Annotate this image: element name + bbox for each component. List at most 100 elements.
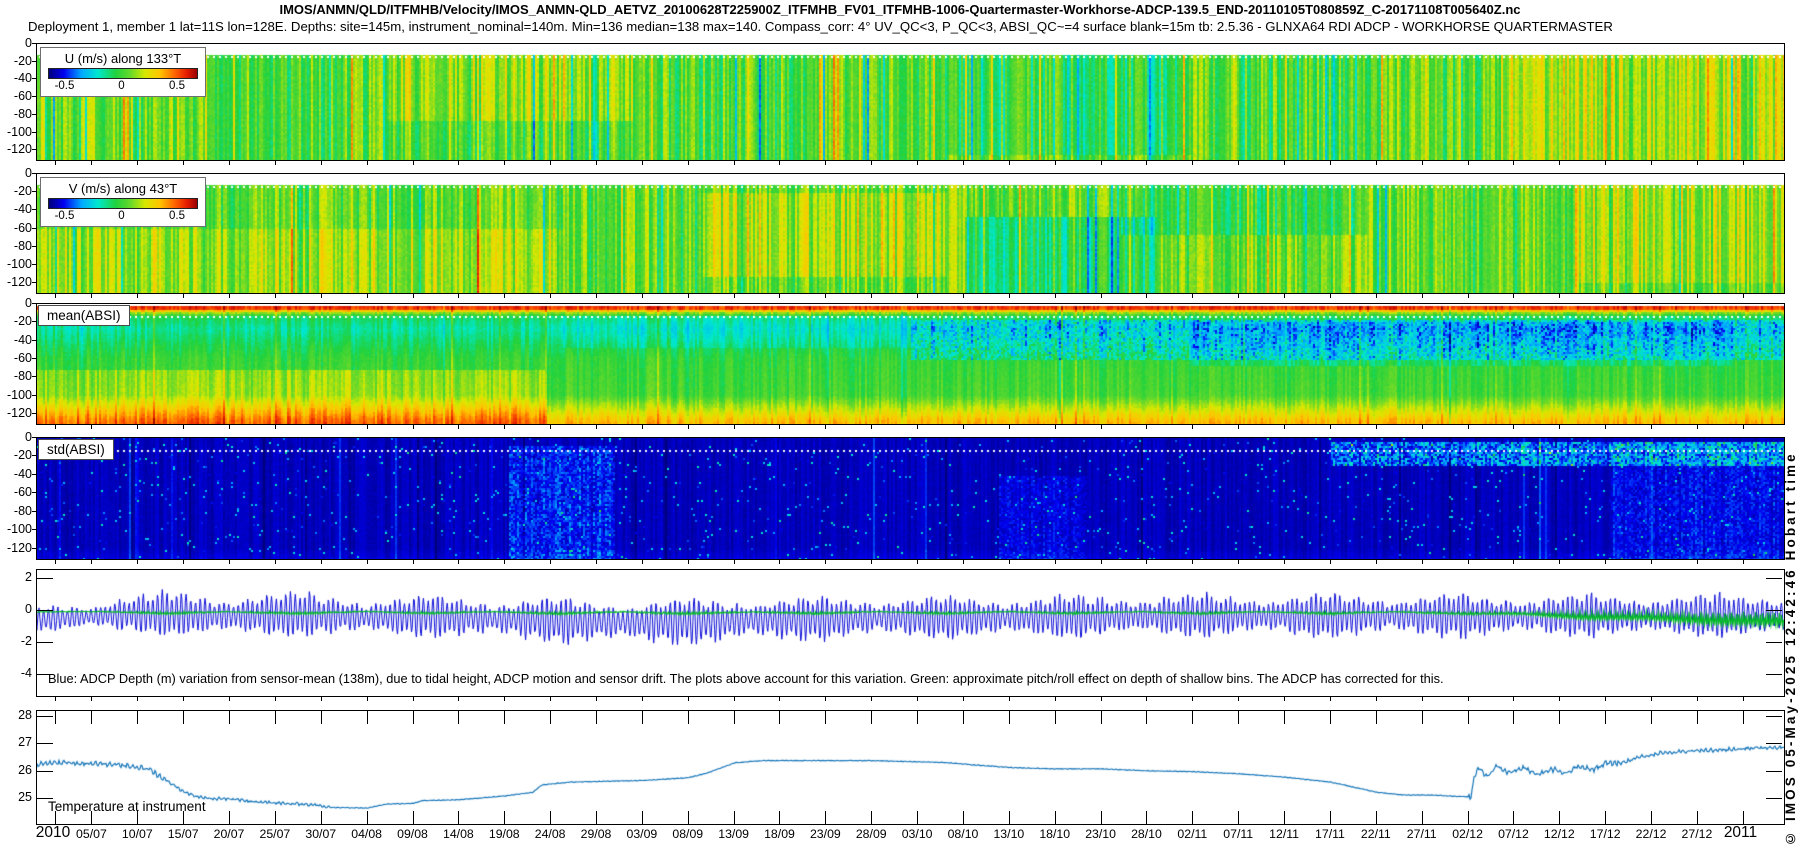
x-tick-mark xyxy=(1559,560,1561,564)
x-tick-mark xyxy=(504,560,506,564)
x-tick-mark xyxy=(504,294,506,298)
x-tick-mark xyxy=(229,811,231,824)
x-tick-mark xyxy=(1742,711,1744,724)
x-tick-mark xyxy=(1605,711,1607,724)
x-tick-mark xyxy=(596,294,597,298)
x-tick-mark xyxy=(54,711,56,724)
x-tick-mark xyxy=(825,697,827,701)
x-tick-mark xyxy=(733,560,735,564)
x-tick-mark xyxy=(1375,425,1377,429)
y-tick-label: 0 xyxy=(25,430,32,444)
x-tick-mark xyxy=(458,161,460,165)
x-tick-mark xyxy=(1329,697,1331,701)
depth-variation-note: Blue: ADCP Depth (m) variation from sens… xyxy=(48,671,1444,686)
x-tick-label: 07/11 xyxy=(1223,827,1254,841)
x-tick-label: 22/11 xyxy=(1360,827,1391,841)
x-tick-mark xyxy=(1742,560,1744,564)
y-tick-mark xyxy=(32,209,36,211)
x-tick-mark xyxy=(1054,711,1056,724)
x-tick-mark xyxy=(1513,811,1515,824)
v-velocity-panel xyxy=(36,173,1785,294)
x-tick-mark xyxy=(504,161,506,165)
x-tick-mark xyxy=(1146,811,1148,824)
y-tick-label: -60 xyxy=(13,220,32,235)
x-tick-mark xyxy=(1238,425,1240,429)
x-tick-mark xyxy=(1467,697,1469,701)
x-tick-mark xyxy=(1742,294,1744,298)
x-tick-mark xyxy=(1008,294,1010,298)
x-tick-mark xyxy=(1421,697,1423,701)
x-tick-mark xyxy=(1696,294,1698,298)
u-colorbar-legend: U (m/s) along 133°T -0.5 0 0.5 xyxy=(40,47,206,97)
x-tick-mark xyxy=(1054,560,1056,564)
x-tick-mark xyxy=(871,161,873,165)
x-tick-mark xyxy=(1238,811,1240,824)
y-tick-label: 28 xyxy=(18,707,32,722)
x-tick-mark xyxy=(1192,811,1194,824)
x-tick-mark xyxy=(1467,294,1469,298)
x-tick-mark xyxy=(1742,425,1744,429)
x-tick-mark xyxy=(412,560,414,564)
x-tick-mark xyxy=(137,425,139,429)
x-tick-mark xyxy=(1421,560,1423,564)
x-tick-label: 27/11 xyxy=(1406,827,1437,841)
x-tick-mark xyxy=(641,294,643,298)
x-tick-mark xyxy=(1559,711,1561,724)
x-tick-label: 19/08 xyxy=(488,827,520,841)
x-tick-mark xyxy=(550,697,552,701)
y-tick-mark xyxy=(32,510,36,512)
x-tick-label: 24/08 xyxy=(534,827,566,841)
imos-watermark: © IMOS 05-May-2025 12:42:46 Hobart time xyxy=(1783,451,1798,846)
u-velocity-panel xyxy=(36,43,1785,161)
x-tick-mark xyxy=(1513,425,1515,429)
x-tick-mark xyxy=(825,425,827,429)
x-tick-mark xyxy=(229,161,231,165)
x-tick-mark xyxy=(962,161,964,165)
x-tick-label: 10/07 xyxy=(121,827,153,841)
x-tick-mark xyxy=(1054,294,1056,298)
y-tick-mark xyxy=(32,547,36,549)
y-tick-mark xyxy=(32,245,36,247)
x-tick-mark xyxy=(458,711,460,724)
x-tick-mark xyxy=(1054,161,1056,165)
x-tick-mark xyxy=(1375,697,1377,701)
x-tick-mark xyxy=(229,425,231,429)
x-tick-label: 04/08 xyxy=(351,827,383,841)
x-tick-mark xyxy=(137,697,139,701)
y-tick-mark xyxy=(1766,798,1782,800)
x-tick-mark xyxy=(320,161,322,165)
x-tick-mark xyxy=(183,560,185,564)
temperature-panel xyxy=(36,710,1785,825)
x-tick-mark xyxy=(137,560,139,564)
y-tick-mark xyxy=(1766,577,1782,579)
x-tick-mark xyxy=(733,425,735,429)
x-tick-mark xyxy=(1008,560,1010,564)
y-tick-mark xyxy=(32,149,36,151)
x-tick-mark xyxy=(871,294,873,298)
u-legend-title: U (m/s) along 133°T xyxy=(64,51,182,66)
x-tick-mark xyxy=(917,560,919,564)
x-tick-mark xyxy=(1559,811,1561,824)
u-colorbar xyxy=(48,68,198,79)
x-tick-mark xyxy=(458,811,460,824)
x-tick-mark xyxy=(550,425,552,429)
x-tick-mark xyxy=(1146,560,1148,564)
x-tick-mark xyxy=(320,294,322,298)
x-tick-mark xyxy=(825,161,827,165)
v-velocity-heatmap xyxy=(37,174,1784,293)
x-tick-mark xyxy=(1238,560,1240,564)
x-tick-mark xyxy=(1192,425,1194,429)
x-axis-year-start-label: 2010 xyxy=(35,824,71,841)
y-tick-mark xyxy=(32,455,36,457)
colorbar-tick-label: -0.5 xyxy=(54,80,75,92)
x-tick-mark xyxy=(183,294,185,298)
x-tick-mark xyxy=(779,161,781,165)
x-tick-mark xyxy=(54,697,56,701)
x-tick-mark xyxy=(1329,711,1331,724)
x-tick-mark xyxy=(1605,294,1607,298)
x-tick-label: 08/09 xyxy=(672,827,704,841)
x-tick-mark xyxy=(274,425,276,429)
x-tick-mark xyxy=(641,560,643,564)
x-tick-label: 03/09 xyxy=(626,827,658,841)
x-tick-mark xyxy=(596,811,597,824)
